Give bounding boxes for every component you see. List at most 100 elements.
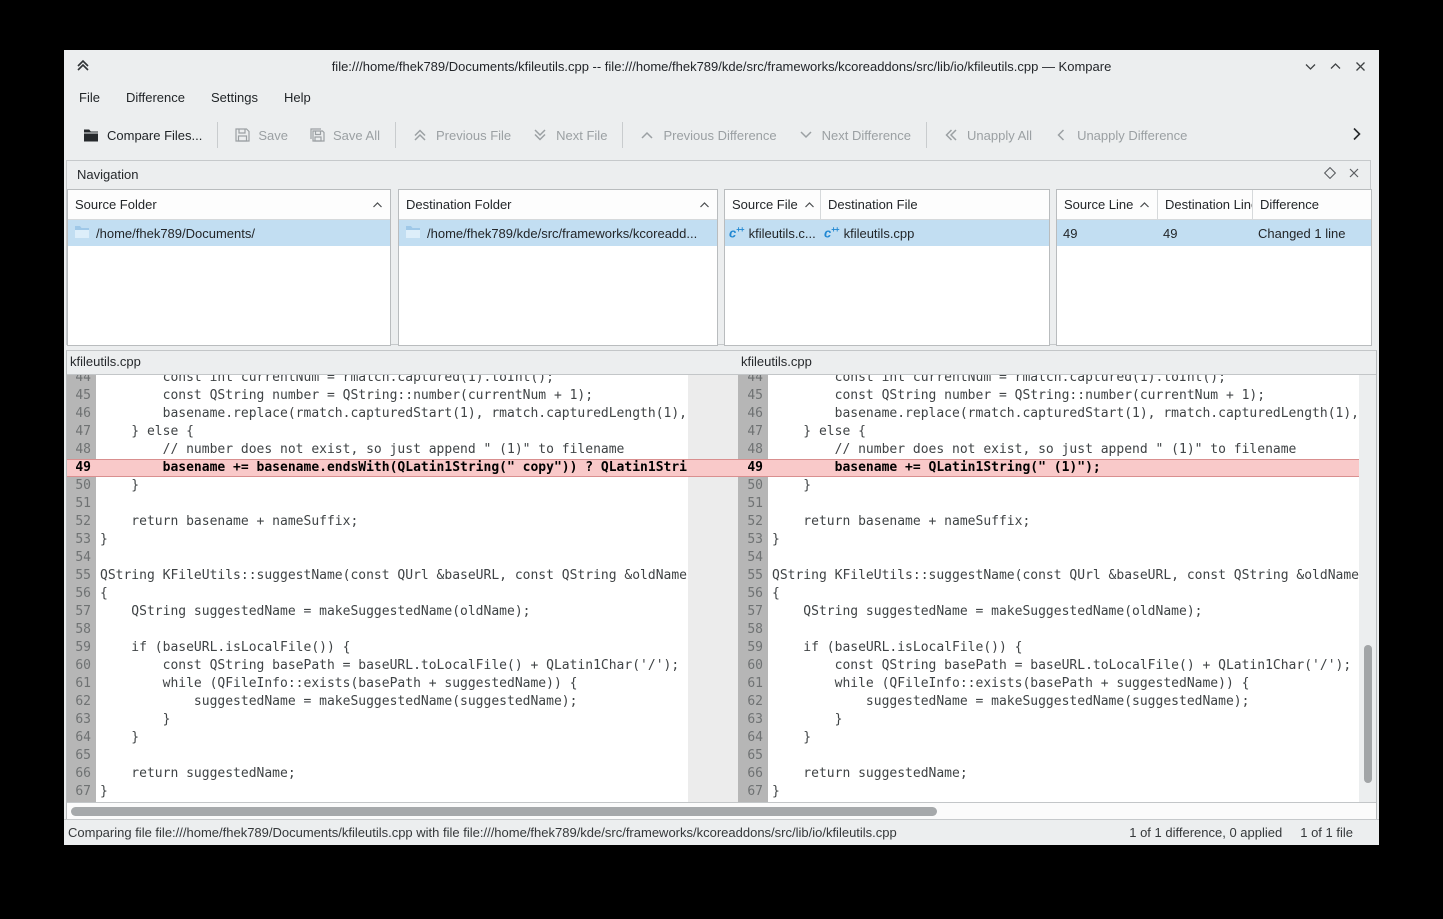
line-code: } <box>96 531 688 549</box>
difference-row[interactable]: 49 49 Changed 1 line <box>1057 220 1371 246</box>
next-file-button[interactable]: Next File <box>521 117 617 153</box>
code-line: 59 if (baseURL.isLocalFile()) { <box>738 639 1359 657</box>
line-number: 58 <box>67 621 96 639</box>
line-code: } <box>96 711 688 729</box>
code-line: 65 <box>67 747 688 765</box>
sort-ascending-icon <box>798 201 815 209</box>
menu-item-settings[interactable]: Settings <box>198 90 271 105</box>
sort-ascending-icon <box>1133 201 1150 209</box>
horizontal-scrollbar[interactable] <box>67 802 1376 820</box>
menu-item-help[interactable]: Help <box>271 90 324 105</box>
toolbar-overflow-button[interactable] <box>1347 125 1371 146</box>
unapply-all-button[interactable]: Unapply All <box>932 117 1042 153</box>
code-line: 46 basename.replace(rmatch.capturedStart… <box>67 405 688 423</box>
chevron-up-icon <box>638 126 656 144</box>
compare-files-button[interactable]: Compare Files... <box>72 117 212 153</box>
maximize-button[interactable] <box>1329 60 1342 73</box>
destination-folder-column-header[interactable]: Destination Folder <box>399 190 717 219</box>
vertical-scrollbar[interactable] <box>1359 375 1376 802</box>
file-row[interactable]: c++ kfileutils.c... c++ kfileutils.cpp <box>725 220 1049 246</box>
line-code: } <box>768 729 1359 747</box>
code-line: 57 QString suggestedName = makeSuggested… <box>67 603 688 621</box>
line-code: basename.replace(rmatch.capturedStart(1)… <box>768 405 1359 423</box>
code-line: 45 const QString number = QString::numbe… <box>67 387 688 405</box>
line-code: QString KFileUtils::suggestName(const QU… <box>96 567 688 585</box>
chevron-down-icon <box>797 126 815 144</box>
line-number: 66 <box>738 765 768 783</box>
source-file-column-header[interactable]: Source File <box>725 190 820 219</box>
line-number: 59 <box>67 639 96 657</box>
unapply-difference-button[interactable]: Unapply Difference <box>1042 117 1197 153</box>
navigation-panel-title: Navigation <box>77 167 138 182</box>
destination-file-column-header[interactable]: Destination File <box>820 190 1049 219</box>
line-code: basename += QLatin1String(" (1)"); <box>768 459 1359 477</box>
toolbar-separator <box>217 122 218 148</box>
difference-count: 1 of 1 difference, 0 applied <box>1129 825 1282 840</box>
menu-item-file[interactable]: File <box>66 90 113 105</box>
line-code <box>96 549 688 567</box>
destination-folder-row[interactable]: /home/fhek789/kde/src/frameworks/kcoread… <box>399 220 717 246</box>
previous-file-button[interactable]: Previous File <box>401 117 521 153</box>
diff-view: kfileutils.cpp kfileutils.cpp 44 const i… <box>66 350 1377 819</box>
menu-item-difference[interactable]: Difference <box>113 90 198 105</box>
code-line: 52 return basename + nameSuffix; <box>67 513 688 531</box>
destination-line-column-header[interactable]: Destination Line <box>1157 190 1252 219</box>
line-number: 60 <box>67 657 96 675</box>
source-folder-column-header[interactable]: Source Folder <box>68 190 390 219</box>
line-code: return basename + nameSuffix; <box>96 513 688 531</box>
sort-ascending-icon <box>693 201 710 209</box>
line-number: 48 <box>67 441 96 459</box>
line-code <box>768 621 1359 639</box>
line-code: basename.replace(rmatch.capturedStart(1)… <box>96 405 688 423</box>
code-line: 62 suggestedName = makeSuggestedName(sug… <box>67 693 688 711</box>
kompare-window: file:///home/fhek789/Documents/kfileutil… <box>64 50 1379 845</box>
code-line: 47 } else { <box>738 423 1359 441</box>
line-number: 50 <box>738 477 768 495</box>
file-count: 1 of 1 file <box>1300 825 1353 840</box>
line-number: 67 <box>738 783 768 801</box>
save-button[interactable]: Save <box>223 117 298 153</box>
toolbar: Compare Files... Save Save All Previous … <box>64 112 1379 158</box>
line-number: 59 <box>738 639 768 657</box>
line-code: } <box>768 783 1359 801</box>
line-number: 44 <box>67 375 96 387</box>
line-code: // number does not exist, so just append… <box>96 441 688 459</box>
code-line[interactable]: 49 basename += basename.endsWith(QLatin1… <box>67 459 688 477</box>
source-line-column-header[interactable]: Source Line <box>1057 190 1157 219</box>
code-line: 64 } <box>738 729 1359 747</box>
line-code: } else { <box>96 423 688 441</box>
source-folder-row[interactable]: /home/fhek789/Documents/ <box>68 220 390 246</box>
line-number: 55 <box>738 567 768 585</box>
line-number: 46 <box>738 405 768 423</box>
save-all-button[interactable]: Save All <box>298 117 390 153</box>
line-number: 62 <box>67 693 96 711</box>
line-code: } <box>96 783 688 801</box>
line-code: if (baseURL.isLocalFile()) { <box>768 639 1359 657</box>
folder-icon <box>74 225 90 242</box>
line-code: const QString number = QString::number(c… <box>96 387 688 405</box>
code-line: 60 const QString basePath = baseURL.toLo… <box>67 657 688 675</box>
line-number: 47 <box>738 423 768 441</box>
previous-difference-button[interactable]: Previous Difference <box>628 117 786 153</box>
float-panel-icon[interactable] <box>1324 167 1336 182</box>
line-code: basename += basename.endsWith(QLatin1Str… <box>96 459 688 477</box>
code-line[interactable]: 49 basename += QLatin1String(" (1)"); <box>738 459 1359 477</box>
vertical-scrollbar-thumb[interactable] <box>1364 645 1372 783</box>
double-chevron-down-icon <box>531 126 549 144</box>
minimize-button[interactable] <box>1304 60 1317 73</box>
line-number: 45 <box>67 387 96 405</box>
close-panel-icon[interactable] <box>1348 167 1360 182</box>
code-line: 48 // number does not exist, so just app… <box>67 441 688 459</box>
close-button[interactable] <box>1354 60 1367 73</box>
line-number: 56 <box>67 585 96 603</box>
file-list: Source File Destination File c++ kfileut… <box>724 189 1050 346</box>
difference-column-header[interactable]: Difference <box>1252 190 1371 219</box>
diff-connector-band[interactable] <box>688 459 738 477</box>
folder-icon <box>82 126 100 144</box>
horizontal-scrollbar-thumb[interactable] <box>71 807 937 816</box>
next-difference-button[interactable]: Next Difference <box>787 117 921 153</box>
code-line: 53 } <box>67 531 688 549</box>
double-chevron-up-icon <box>411 126 429 144</box>
line-number: 53 <box>67 531 96 549</box>
titlebar[interactable]: file:///home/fhek789/Documents/kfileutil… <box>64 50 1379 82</box>
